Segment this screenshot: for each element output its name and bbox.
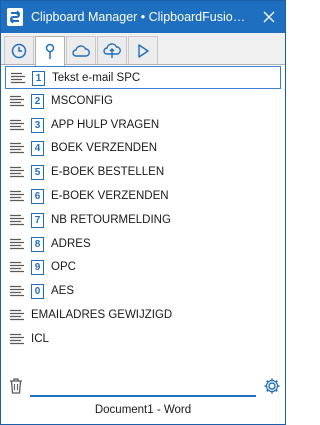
delete-button[interactable]	[8, 377, 24, 395]
drag-handle-icon[interactable]	[10, 333, 24, 345]
hotkey-number-badge: 9	[31, 260, 44, 276]
clipboard-item-label: AES	[51, 285, 75, 298]
clipboard-item-label: EMAILADRES GEWIJZIGD	[31, 309, 173, 321]
hotkey-number-badge: 7	[31, 212, 44, 228]
hotkey-number-badge: 0	[31, 284, 44, 300]
close-button[interactable]	[257, 5, 281, 29]
hotkey-number-badge: 6	[31, 189, 44, 204]
clipboard-item-label: E-BOEK BESTELLEN	[51, 166, 165, 179]
drag-handle-icon[interactable]	[10, 261, 24, 273]
drag-handle-icon[interactable]	[10, 119, 24, 131]
tab-history[interactable]	[4, 36, 34, 64]
trash-icon	[10, 378, 22, 394]
clipboard-item-label: APP HULP VRAGEN	[51, 118, 160, 131]
settings-button[interactable]	[263, 377, 281, 395]
window-title: Clipboard Manager • ClipboardFusion 5...…	[31, 10, 251, 24]
hotkey-number-badge: 4	[31, 141, 44, 157]
clipboard-item[interactable]: 2 MSCONFIG	[5, 90, 281, 113]
drag-handle-icon[interactable]	[10, 190, 24, 202]
clipboardfusion-app-icon	[7, 8, 23, 26]
drag-handle-icon[interactable]	[10, 285, 24, 297]
clipboard-item-label: OPC	[51, 261, 76, 274]
play-icon	[138, 43, 149, 58]
cloud-sync-icon	[103, 42, 121, 58]
drag-handle-icon[interactable]	[10, 309, 24, 321]
clipboard-item-label: ICL	[31, 332, 49, 345]
tab-macros[interactable]	[128, 36, 158, 64]
close-icon	[263, 11, 275, 23]
clipboard-item[interactable]: 7 NB RETOURMELDING	[5, 209, 281, 232]
drag-handle-icon[interactable]	[11, 72, 25, 84]
drag-handle-icon[interactable]	[10, 166, 24, 178]
active-window-status: Document1 - Word	[94, 404, 192, 416]
tab-pinned[interactable]	[35, 36, 65, 66]
clipboard-manager-window: Clipboard Manager • ClipboardFusion 5...…	[0, 0, 286, 425]
clipboard-item-label: NB RETOURMELDING	[51, 213, 171, 226]
search-input[interactable]	[30, 375, 256, 397]
clipboard-item[interactable]: 3 APP HULP VRAGEN	[5, 114, 281, 137]
drag-handle-icon[interactable]	[10, 214, 24, 226]
tab-strip	[1, 33, 285, 66]
clipboard-item[interactable]: ICL	[5, 328, 281, 351]
hotkey-number-badge: 5	[31, 165, 44, 181]
clipboard-item-label: MSCONFIG	[51, 94, 113, 107]
clipboard-item[interactable]: 8 ADRES	[5, 233, 281, 256]
clipboard-item-label: ADRES	[51, 237, 91, 250]
hotkey-number-badge: 8	[31, 236, 44, 252]
clipboard-item-label: Tekst e-mail SPC	[52, 72, 141, 84]
clipboard-item-label: BOEK VERZENDEN	[51, 142, 158, 155]
drag-handle-icon[interactable]	[10, 238, 24, 250]
tab-cloud[interactable]	[66, 36, 96, 64]
clipboard-item[interactable]: 5 E-BOEK BESTELLEN	[5, 161, 281, 184]
clipboard-item-list[interactable]: 1 Tekst e-mail SPC 2 MSCONFIG 3 APP HULP VRAG…	[5, 66, 281, 366]
clipboard-item-label: E-BOEK VERZENDEN	[51, 190, 169, 202]
bottom-bar	[1, 371, 285, 401]
hotkey-number-badge: 1	[32, 71, 45, 86]
hotkey-number-badge: 3	[31, 117, 44, 133]
title-bar[interactable]: Clipboard Manager • ClipboardFusion 5...…	[1, 1, 285, 33]
clipboard-item[interactable]: 0 AES	[5, 280, 281, 303]
cloud-icon	[72, 44, 90, 57]
hotkey-number-badge: 2	[31, 93, 44, 109]
drag-handle-icon[interactable]	[10, 142, 24, 154]
clipboard-item[interactable]: 9 OPC	[5, 256, 281, 279]
pin-icon	[45, 43, 55, 59]
tab-cloud-sync[interactable]	[97, 36, 127, 64]
clipboard-item[interactable]: EMAILADRES GEWIJZIGD	[5, 304, 281, 327]
drag-handle-icon[interactable]	[10, 95, 24, 107]
clock-icon	[11, 43, 27, 58]
gear-icon	[264, 378, 280, 394]
clipboard-item[interactable]: 4 BOEK VERZENDEN	[5, 137, 281, 160]
clipboard-item[interactable]: 1 Tekst e-mail SPC	[5, 66, 281, 89]
clipboard-item[interactable]: 6 E-BOEK VERZENDEN	[5, 185, 281, 208]
